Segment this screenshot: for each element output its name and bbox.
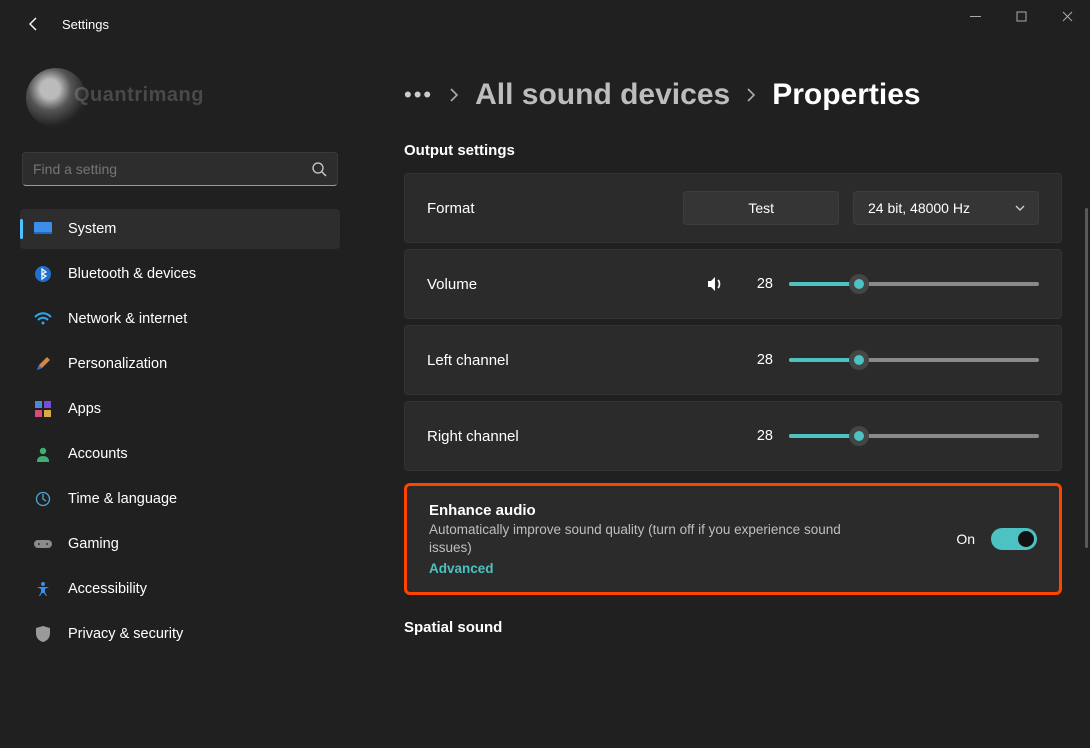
sidebar-item-gaming[interactable]: Gaming [20,524,340,564]
apps-icon [34,400,52,418]
bluetooth-icon [34,265,52,283]
test-button[interactable]: Test [683,191,839,225]
enhance-audio-advanced-link[interactable]: Advanced [429,561,849,576]
sidebar-item-apps[interactable]: Apps [20,389,340,429]
scrollbar[interactable] [1085,208,1088,548]
clock-globe-icon [34,490,52,508]
enhance-audio-toggle[interactable] [991,528,1037,550]
maximize-button[interactable] [998,0,1044,32]
sidebar-item-network[interactable]: Network & internet [20,299,340,339]
breadcrumb: ••• All sound devices Properties [404,78,1062,112]
close-icon [1062,11,1073,22]
enhance-audio-state: On [956,531,975,547]
sidebar-item-label: Privacy & security [68,626,183,642]
format-dropdown[interactable]: 24 bit, 48000 Hz [853,191,1039,225]
sidebar-item-bluetooth[interactable]: Bluetooth & devices [20,254,340,294]
close-button[interactable] [1044,0,1090,32]
left-channel-slider[interactable] [789,349,1039,371]
sidebar-item-label: Network & internet [68,311,187,327]
gamepad-icon [34,535,52,553]
left-channel-value: 28 [747,352,773,368]
left-channel-label: Left channel [427,352,509,369]
enhance-audio-description: Automatically improve sound quality (tur… [429,521,849,557]
section-spatial-sound: Spatial sound [404,619,1062,636]
format-label: Format [427,200,475,217]
right-channel-label: Right channel [427,428,519,445]
shield-icon [34,625,52,643]
display-icon [34,220,52,238]
breadcrumb-current: Properties [772,78,920,112]
card-enhance-audio: Enhance audio Automatically improve soun… [404,483,1062,595]
sidebar-item-label: Accounts [68,446,128,462]
sidebar-item-privacy[interactable]: Privacy & security [20,614,340,654]
watermark-text: Quantrimang [74,84,204,107]
volume-slider[interactable] [789,273,1039,295]
arrow-left-icon [26,16,42,32]
back-button[interactable] [16,16,52,32]
card-format: Format Test 24 bit, 48000 Hz [404,173,1062,243]
sidebar-item-label: System [68,221,116,237]
wifi-icon [34,310,52,328]
volume-label: Volume [427,276,477,293]
profile-area[interactable]: Quantrimang [4,48,356,152]
breadcrumb-link-all-sound-devices[interactable]: All sound devices [475,78,730,112]
chevron-down-icon [1014,202,1026,214]
sidebar-item-time-language[interactable]: Time & language [20,479,340,519]
sidebar-item-label: Time & language [68,491,177,507]
search-icon [311,161,327,177]
enhance-audio-title: Enhance audio [429,502,849,519]
card-volume: Volume 28 [404,249,1062,319]
card-right-channel: Right channel 28 [404,401,1062,471]
card-left-channel: Left channel 28 [404,325,1062,395]
section-output-settings: Output settings [404,142,1062,159]
paintbrush-icon [34,355,52,373]
sidebar-item-label: Accessibility [68,581,147,597]
minimize-button[interactable] [952,0,998,32]
window-title: Settings [62,17,109,32]
person-icon [34,445,52,463]
maximize-icon [1016,11,1027,22]
sidebar-item-label: Bluetooth & devices [68,266,196,282]
search-input[interactable] [33,161,311,177]
right-channel-slider[interactable] [789,425,1039,447]
breadcrumb-more[interactable]: ••• [404,90,433,100]
format-value: 24 bit, 48000 Hz [868,200,970,216]
sidebar-item-accessibility[interactable]: Accessibility [20,569,340,609]
sidebar-item-label: Personalization [68,356,167,372]
sidebar-item-personalization[interactable]: Personalization [20,344,340,384]
sidebar-item-system[interactable]: System [20,209,340,249]
chevron-right-icon [744,88,758,102]
chevron-right-icon [447,88,461,102]
volume-value: 28 [747,276,773,292]
accessibility-icon [34,580,52,598]
sidebar-item-accounts[interactable]: Accounts [20,434,340,474]
sidebar-item-label: Gaming [68,536,119,552]
content-area: ••• All sound devices Properties Output … [360,48,1090,748]
search-input-wrap[interactable] [22,152,338,186]
minimize-icon [970,11,981,22]
sidebar: Quantrimang System Bluetooth & devices N… [0,48,360,748]
sidebar-item-label: Apps [68,401,101,417]
right-channel-value: 28 [747,428,773,444]
speaker-icon[interactable] [705,274,725,294]
